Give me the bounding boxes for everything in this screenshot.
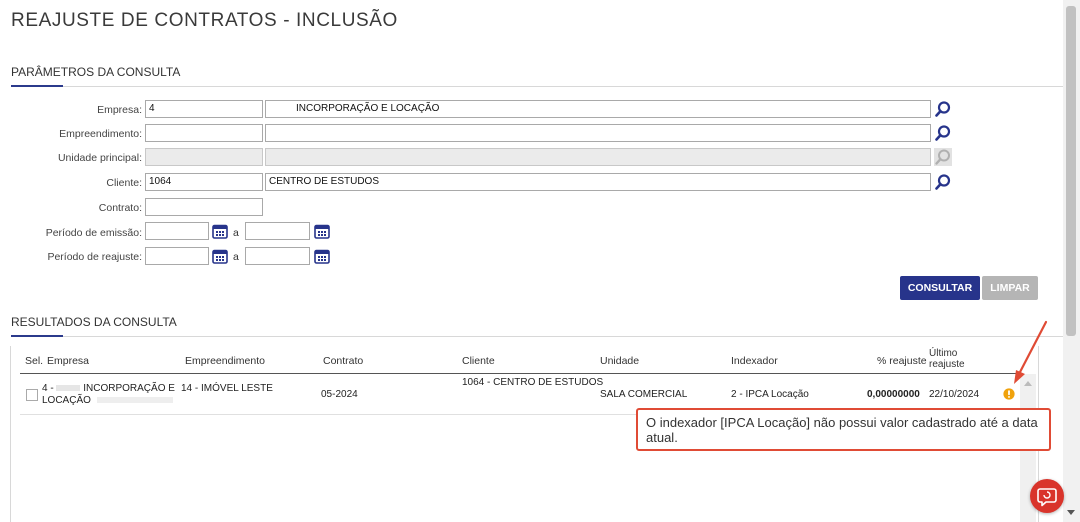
- limpar-button[interactable]: LIMPAR: [982, 276, 1038, 300]
- page-title: REAJUSTE DE CONTRATOS - INCLUSÃO: [11, 10, 398, 31]
- row-select-checkbox[interactable]: [26, 389, 38, 401]
- row-empresa-code: 4 -: [42, 383, 57, 394]
- reajuste-from-field[interactable]: [145, 247, 209, 265]
- params-divider: [63, 86, 1063, 87]
- empreendimento-name-field[interactable]: [265, 124, 931, 142]
- row-empresa-cell: 4 - INCORPORAÇÃO E LOCAÇÃO: [42, 383, 182, 407]
- row-empreendimento-cell: 14 - IMÓVEL LESTE: [181, 383, 273, 394]
- column-header-empresa: Empresa: [47, 355, 90, 367]
- chat-button[interactable]: [1030, 479, 1064, 513]
- row-empresa-name: INCORPORAÇÃO E: [83, 383, 175, 394]
- results-underline: [11, 335, 63, 337]
- unidade-principal-search-icon: [934, 148, 952, 166]
- empresa-name-field[interactable]: INCORPORAÇÃO E LOCAÇÃO: [265, 100, 931, 118]
- unidade-principal-name-field: [265, 148, 931, 166]
- row-empresa-name-2: LOCAÇÃO: [42, 395, 91, 406]
- emissao-from-field[interactable]: [145, 222, 209, 240]
- periodo-emissao-label: Período de emissão:: [45, 227, 142, 239]
- row-percentual-cell: 0,00000000: [867, 389, 920, 400]
- contrato-label: Contrato:: [98, 202, 142, 214]
- calendar-icon[interactable]: [314, 223, 330, 239]
- results-section-title: RESULTADOS DA CONSULTA: [11, 315, 177, 329]
- emissao-to-field[interactable]: [245, 222, 310, 240]
- row-contrato-cell: 05-2024: [321, 389, 358, 400]
- reajuste-range-separator: a: [233, 251, 239, 263]
- cliente-name-field[interactable]: CENTRO DE ESTUDOS: [265, 173, 931, 191]
- emissao-range-separator: a: [233, 227, 239, 239]
- results-divider: [63, 336, 1063, 337]
- empreendimento-code-field[interactable]: [145, 124, 263, 142]
- cliente-search-icon[interactable]: [934, 173, 952, 191]
- empresa-code-field[interactable]: 4: [145, 100, 263, 118]
- empresa-label: Empresa:: [97, 104, 142, 116]
- chat-icon: [1037, 488, 1057, 507]
- unidade-principal-code-field: [145, 148, 263, 166]
- periodo-reajuste-label: Período de reajuste:: [47, 251, 142, 263]
- row-cliente-cell: 1064 - CENTRO DE ESTUDOS: [462, 377, 604, 388]
- column-header-contrato: Contrato: [323, 355, 364, 367]
- calendar-icon[interactable]: [212, 248, 228, 264]
- column-header-unidade: Unidade: [600, 355, 640, 367]
- annotation-arrow: [1014, 320, 1048, 384]
- calendar-icon[interactable]: [314, 248, 330, 264]
- column-header-ultimo-reajuste: Último reajuste: [929, 348, 965, 370]
- cliente-label: Cliente:: [106, 177, 142, 189]
- column-header-percentual: % reajuste: [877, 355, 927, 367]
- calendar-icon[interactable]: [212, 223, 228, 239]
- row-unidade-cell: SALA COMERCIAL: [600, 389, 688, 400]
- contrato-field[interactable]: [145, 198, 263, 216]
- warning-icon[interactable]: [1003, 388, 1015, 400]
- redacted-block: [96, 397, 173, 404]
- unidade-principal-label: Unidade principal:: [57, 152, 142, 164]
- empreendimento-label: Empreendimento:: [59, 128, 142, 140]
- scroll-down-arrow-icon[interactable]: [1067, 510, 1075, 515]
- tooltip-message: O indexador [IPCA Locação] não possui va…: [636, 408, 1051, 451]
- params-section-title: PARÂMETROS DA CONSULTA: [11, 65, 181, 79]
- page-scrollbar-thumb[interactable]: [1066, 6, 1076, 336]
- column-header-empreendimento: Empreendimento: [185, 355, 265, 367]
- row-indexador-cell: 2 - IPCA Locação: [731, 389, 809, 400]
- empreendimento-search-icon[interactable]: [934, 124, 952, 142]
- column-header-sel: Sel.: [25, 355, 44, 367]
- params-underline: [11, 85, 63, 87]
- row-ultimo-reajuste-cell: 22/10/2024: [929, 389, 980, 400]
- column-header-indexador: Indexador: [731, 355, 778, 367]
- cliente-code-field[interactable]: 1064: [145, 173, 263, 191]
- redacted-block: [56, 385, 81, 392]
- empresa-search-icon[interactable]: [934, 100, 952, 118]
- reajuste-to-field[interactable]: [245, 247, 310, 265]
- column-header-cliente: Cliente: [462, 355, 495, 367]
- consultar-button[interactable]: CONSULTAR: [900, 276, 980, 300]
